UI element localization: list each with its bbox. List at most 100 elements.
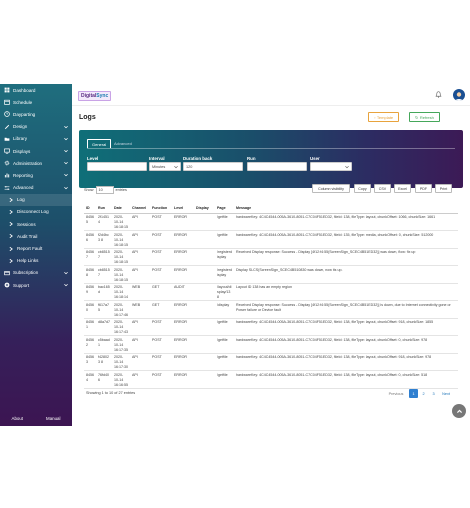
- sidebar-item-support[interactable]: Support: [0, 279, 72, 291]
- pagination-page-3[interactable]: 3: [429, 389, 438, 398]
- pagination-page-2[interactable]: 2: [419, 389, 428, 398]
- pagination-next[interactable]: Next: [439, 389, 453, 398]
- column-header-level[interactable]: Level: [172, 203, 194, 214]
- cell-run: cb85157: [96, 265, 112, 284]
- column-header-function[interactable]: Function: [150, 203, 172, 214]
- pdf-button[interactable]: PDF: [415, 184, 432, 193]
- sidebar-item-label: Advanced: [13, 185, 34, 191]
- sidebar-item-label: Dayparting: [13, 111, 36, 117]
- cell-run: cb85157: [96, 248, 112, 266]
- cell-channel: API: [130, 353, 150, 371]
- cell-id: 8456 3: [84, 353, 96, 371]
- duration-input[interactable]: 120: [183, 162, 243, 171]
- table-row[interactable]: 8456 3 f428023 8 2020-10-14 16:17:30 API POS…: [84, 353, 458, 371]
- table-row[interactable]: 8456 2 c5baad1 2020-10-14 16:17:35 API POST E…: [84, 335, 458, 354]
- bell-icon[interactable]: [435, 91, 442, 98]
- sidebar-item-label: Log: [17, 197, 25, 203]
- duration-label: Duration back: [183, 156, 213, 161]
- chevron-down-icon: [64, 186, 68, 189]
- table-row[interactable]: 8456 9 bac165d 2020-10-14 16:18:14 WEB GET AU…: [84, 283, 458, 301]
- scroll-to-top-button[interactable]: [452, 404, 466, 418]
- sidebar-item-library[interactable]: Library: [0, 133, 72, 145]
- user-avatar[interactable]: [453, 89, 465, 101]
- interval-select[interactable]: Minutes: [149, 162, 181, 171]
- user-select[interactable]: [310, 162, 352, 171]
- cell-display: [194, 213, 215, 231]
- cell-id: 8456 9: [84, 283, 96, 301]
- tab-general[interactable]: General: [87, 139, 112, 148]
- template-button[interactable]: ▫ Template: [368, 112, 400, 122]
- column-header-page[interactable]: Page: [215, 203, 234, 214]
- level-label: Level: [87, 156, 99, 161]
- run-input[interactable]: [247, 162, 307, 171]
- cell-display: [194, 265, 215, 284]
- tab-advanced[interactable]: Advanced: [110, 139, 136, 148]
- sidebar-item-audit-trail[interactable]: Audit Trail: [0, 230, 72, 242]
- cell-page: /layout/display/138: [215, 283, 234, 301]
- sidebar-item-sessions[interactable]: Sessions: [0, 218, 72, 230]
- table-body: 8456 5 2f1451 4 2020-10-14 16:18:15 API POST…: [84, 213, 458, 389]
- sidebar-item-administration[interactable]: Administration: [0, 157, 72, 169]
- table-row[interactable]: 8456 8 cb85157 2020-10-14 16:18:15 API POST E…: [84, 265, 458, 284]
- folder-icon: [4, 136, 10, 142]
- page-length-select[interactable]: 10: [95, 186, 114, 194]
- column-header-message[interactable]: Message: [234, 203, 458, 214]
- page-length-value: 10: [98, 188, 103, 192]
- sidebar-item-help-links[interactable]: Help Links: [0, 255, 72, 267]
- print-button[interactable]: Print: [435, 184, 452, 193]
- column-visibility-button[interactable]: Column visibility: [312, 184, 350, 193]
- table-row[interactable]: 8456 5 2f1451 4 2020-10-14 16:18:15 API POST…: [84, 213, 458, 231]
- cell-function: POST: [150, 248, 172, 266]
- table-row[interactable]: 8456 6 f2d4bc3 8 2020-10-14 16:18:15 API POS…: [84, 230, 458, 249]
- sidebar-item-design[interactable]: Design: [0, 121, 72, 133]
- sidebar-item-subscription[interactable]: Subscription: [0, 267, 72, 279]
- chart-icon: [4, 172, 10, 178]
- cell-display: [194, 300, 215, 319]
- cell-level: ERROR: [172, 230, 194, 249]
- template-icon: ▫: [374, 114, 376, 120]
- copy-button[interactable]: Copy: [354, 184, 371, 193]
- table-row[interactable]: 8456 0 f617a75 2020-10-14 16:17:46 WEB GET ER…: [84, 300, 458, 319]
- column-header-display[interactable]: Display: [194, 203, 215, 214]
- column-header-channel[interactable]: Channel: [130, 203, 150, 214]
- table-row[interactable]: 8456 4 76fd40 6 2020-10-14 16:16:55 API POST…: [84, 370, 458, 389]
- sidebar: Dashboard Schedule Dayparting Design Lib…: [0, 84, 72, 426]
- cell-channel: API: [130, 370, 150, 389]
- column-header-run[interactable]: Run: [96, 203, 112, 214]
- pagination-page-1[interactable]: 1: [409, 389, 418, 398]
- table-row[interactable]: 8456 7 cb85157 2020-10-14 16:18:15 API POST E…: [84, 248, 458, 266]
- sidebar-item-dayparting[interactable]: Dayparting: [0, 108, 72, 120]
- sidebar-item-reporting[interactable]: Reporting: [0, 169, 72, 181]
- sidebar-item-label: Library: [13, 136, 28, 142]
- cell-date: 2020-10-14 16:18:15: [112, 265, 130, 284]
- refresh-button[interactable]: ↻ Refresh: [409, 112, 440, 122]
- manual-link[interactable]: Manual: [46, 416, 60, 421]
- sidebar-item-displays[interactable]: Displays: [0, 145, 72, 157]
- sliders-icon: [4, 185, 10, 191]
- cell-run: 2f1451 4: [96, 213, 112, 231]
- cell-page: /getfile: [215, 318, 234, 336]
- sidebar-item-label: Dashboard: [13, 87, 36, 93]
- pagination-previous[interactable]: Previous: [386, 389, 406, 398]
- column-header-id[interactable]: ID: [84, 203, 96, 214]
- sidebar-item-log[interactable]: Log: [0, 193, 72, 206]
- sidebar-item-disconnect-log[interactable]: Disconnect Log: [0, 206, 72, 218]
- level-select[interactable]: [87, 162, 147, 171]
- chevron-down-icon: [64, 283, 68, 287]
- cell-channel: API: [130, 335, 150, 354]
- column-header-date[interactable]: Date: [112, 203, 130, 214]
- show-suffix: entries: [115, 188, 127, 192]
- sidebar-item-schedule[interactable]: Schedule: [0, 96, 72, 108]
- sidebar-item-advanced[interactable]: Advanced: [0, 182, 72, 194]
- cell-function: POST: [150, 335, 172, 354]
- cell-page: /getfile: [215, 230, 234, 249]
- table-row[interactable]: 8456 1 d8a7d7 2020-10-14 16:17:43 API POST ER…: [84, 318, 458, 336]
- excel-button[interactable]: Excel: [394, 184, 411, 193]
- app-logo[interactable]: DigitalSync: [78, 91, 112, 101]
- sidebar-item-dashboard[interactable]: Dashboard: [0, 84, 72, 96]
- csv-button[interactable]: CSV: [374, 184, 391, 193]
- cell-channel: API: [130, 213, 150, 231]
- about-link[interactable]: About: [12, 416, 23, 421]
- cell-message: hardwareKey: 4C4C4544-005A-3610-8051-C7C…: [234, 370, 458, 389]
- sidebar-item-report-fault[interactable]: Report Fault: [0, 242, 72, 254]
